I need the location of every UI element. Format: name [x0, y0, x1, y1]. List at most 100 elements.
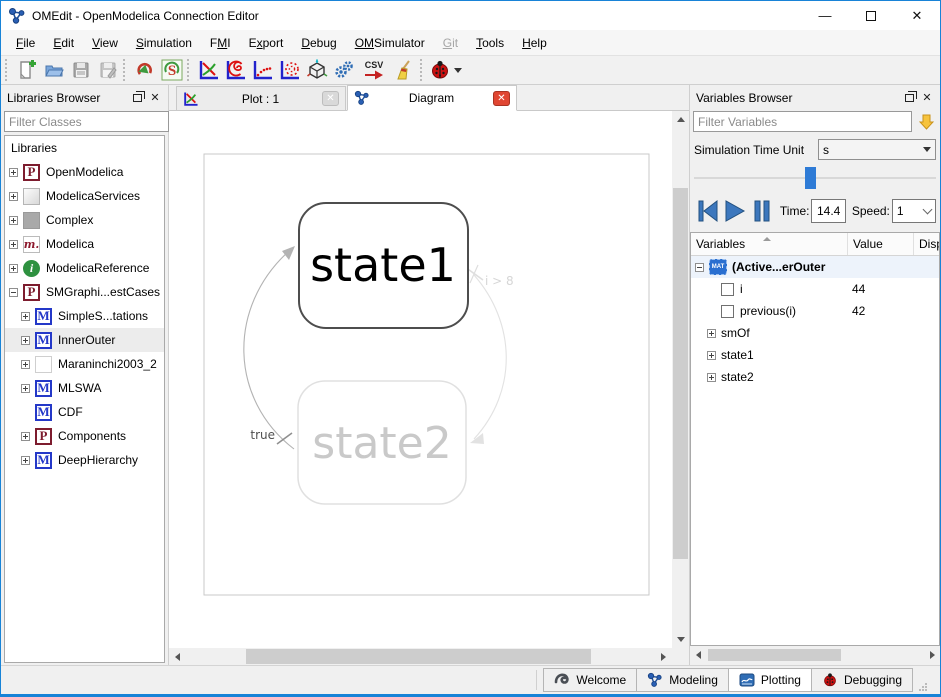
resize-grip[interactable]	[918, 681, 928, 691]
modeling-perspective-button[interactable]: Modeling	[636, 668, 729, 692]
scroll-right-button[interactable]	[925, 648, 939, 662]
vertical-scrollbar[interactable]	[672, 111, 689, 648]
library-item-modelica[interactable]: m. Modelica	[5, 232, 164, 256]
scroll-left-button[interactable]	[169, 648, 186, 665]
library-item-simplestations[interactable]: M SimpleS...tations	[5, 304, 164, 328]
horizontal-scrollbar-thumb[interactable]	[708, 649, 841, 661]
filter-variables-input[interactable]	[693, 111, 912, 132]
variable-row-i[interactable]: i 44	[691, 278, 939, 300]
library-item-innerouter[interactable]: M InnerOuter	[5, 328, 164, 352]
export-csv-button[interactable]: CSV	[357, 57, 391, 83]
menu-export[interactable]: Export	[240, 32, 293, 54]
library-item-openmodelica[interactable]: P OpenModelica	[5, 160, 164, 184]
variable-row-state1[interactable]: state1	[691, 344, 939, 366]
minimize-button[interactable]: —	[802, 1, 848, 30]
3d-visualization-button[interactable]	[303, 57, 330, 83]
close-button[interactable]: ✕	[894, 1, 940, 30]
pause-button[interactable]	[749, 196, 776, 226]
horizontal-scrollbar-thumb[interactable]	[246, 649, 591, 664]
menu-fmi[interactable]: FMI	[201, 32, 240, 54]
clear-plot-window-button[interactable]	[391, 57, 418, 83]
debugging-perspective-button[interactable]: Debugging	[811, 668, 913, 692]
animation-button[interactable]	[330, 57, 357, 83]
library-item-modelicaservices[interactable]: ModelicaServices	[5, 184, 164, 208]
vertical-scrollbar-thumb[interactable]	[673, 188, 688, 559]
scroll-up-button[interactable]	[672, 111, 689, 128]
expander-icon[interactable]	[9, 216, 18, 225]
play-button[interactable]	[721, 196, 748, 226]
variable-row-previous-i[interactable]: previous(i) 42	[691, 300, 939, 322]
rewind-button[interactable]	[694, 196, 721, 226]
library-item-modelicareference[interactable]: i ModelicaReference	[5, 256, 164, 280]
menu-git[interactable]: Git	[434, 32, 467, 54]
column-header-variables[interactable]: Variables	[691, 233, 848, 255]
library-item-complex[interactable]: Complex	[5, 208, 164, 232]
variable-row-state2[interactable]: state2	[691, 366, 939, 388]
time-input[interactable]: 14.4	[811, 199, 845, 223]
expander-icon[interactable]	[9, 192, 18, 201]
open-model-button[interactable]	[40, 57, 67, 83]
speed-combobox[interactable]: 1	[892, 199, 936, 223]
close-dock-button[interactable]: ✕	[918, 90, 936, 106]
expander-icon[interactable]	[695, 263, 704, 272]
slider-handle[interactable]	[805, 167, 816, 189]
plot-checkbox[interactable]	[721, 283, 734, 296]
tab-diagram[interactable]: Diagram ✕	[347, 85, 517, 111]
library-item-deephierarchy[interactable]: M DeepHierarchy	[5, 448, 164, 472]
transition-cond-line[interactable]	[474, 275, 506, 439]
expander-icon[interactable]	[9, 264, 18, 273]
column-header-display-unit[interactable]: Displ	[914, 233, 939, 255]
state2-component[interactable]: state2	[298, 381, 466, 504]
expander-icon[interactable]	[21, 384, 30, 393]
new-modelica-class-button[interactable]	[13, 57, 40, 83]
expander-icon[interactable]	[9, 168, 18, 177]
variables-horizontal-scrollbar[interactable]	[691, 648, 939, 662]
column-header-value[interactable]: Value	[848, 233, 914, 255]
scroll-down-button[interactable]	[672, 631, 689, 648]
re-simulate-setup-button[interactable]: S	[158, 57, 185, 83]
menu-view[interactable]: View	[83, 32, 127, 54]
simulation-time-slider[interactable]	[694, 164, 936, 192]
toolbar-grip[interactable]	[5, 59, 10, 81]
debug-dropdown-caret-icon[interactable]	[454, 68, 462, 73]
expander-icon[interactable]	[9, 288, 18, 297]
plotting-perspective-button[interactable]: Plotting	[728, 668, 812, 692]
new-array-plot-window-button[interactable]	[249, 57, 276, 83]
save-button[interactable]	[67, 57, 94, 83]
menu-help[interactable]: Help	[513, 32, 556, 54]
re-simulate-button[interactable]	[131, 57, 158, 83]
toolbar-grip[interactable]	[420, 59, 425, 81]
variable-row-result-file[interactable]: MAT (Active...erOuter	[691, 256, 939, 278]
toolbar-grip[interactable]	[123, 59, 128, 81]
state1-component[interactable]: state1	[299, 203, 468, 328]
menu-debug[interactable]: Debug	[292, 32, 345, 54]
transition-true-line[interactable]	[244, 251, 294, 449]
library-item-mlswa[interactable]: M MLSWA	[5, 376, 164, 400]
plot-checkbox[interactable]	[721, 305, 734, 318]
tab-plot-1[interactable]: Plot : 1 ✕	[176, 86, 346, 110]
expander-icon[interactable]	[9, 240, 18, 249]
menu-file[interactable]: File	[7, 32, 44, 54]
new-parametric-plot-window-button[interactable]	[222, 57, 249, 83]
close-dock-button[interactable]: ✕	[146, 90, 164, 106]
horizontal-scrollbar[interactable]	[169, 648, 672, 665]
libraries-tree-root[interactable]: Libraries	[5, 136, 164, 160]
close-tab-button[interactable]: ✕	[322, 91, 339, 106]
menu-simulation[interactable]: Simulation	[127, 32, 201, 54]
library-item-components[interactable]: P Components	[5, 424, 164, 448]
expander-icon[interactable]	[707, 373, 716, 382]
debug-configurations-button[interactable]	[428, 57, 462, 83]
scroll-right-button[interactable]	[655, 648, 672, 665]
variable-row-smof[interactable]: smOf	[691, 322, 939, 344]
library-item-smgraphicaltestcases[interactable]: P SMGraphi...estCases	[5, 280, 164, 304]
expander-icon[interactable]	[21, 312, 30, 321]
expander-icon[interactable]	[707, 329, 716, 338]
time-unit-combobox[interactable]: s	[818, 139, 936, 160]
maximize-button[interactable]	[848, 1, 894, 30]
library-item-cdf[interactable]: M CDF	[5, 400, 164, 424]
filter-classes-input[interactable]	[4, 111, 169, 132]
menu-edit[interactable]: Edit	[44, 32, 83, 54]
expander-icon[interactable]	[21, 360, 30, 369]
scroll-left-button[interactable]	[691, 648, 705, 662]
new-plot-window-button[interactable]	[195, 57, 222, 83]
